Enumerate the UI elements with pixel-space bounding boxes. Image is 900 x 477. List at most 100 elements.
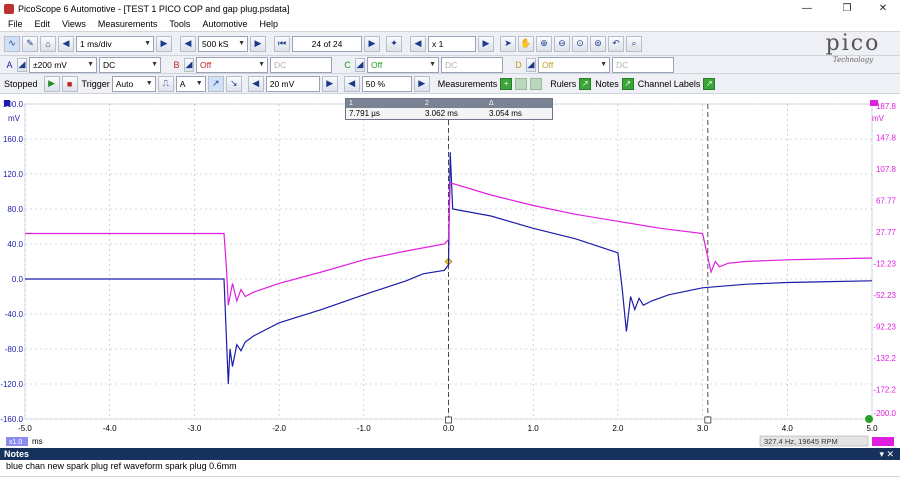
chevron-down-icon: ▼ <box>238 39 245 47</box>
trigger-source-select[interactable]: A ▼ <box>175 75 206 92</box>
right-arrow-icon[interactable]: ▶ <box>250 35 266 52</box>
channel-c-range-select[interactable]: Off ▼ <box>367 56 439 73</box>
zoom-left-icon[interactable]: ◀ <box>410 35 426 52</box>
scope-mode-icon[interactable]: ∿ <box>4 35 20 52</box>
close-button[interactable]: ✕ <box>866 0 900 17</box>
trigger-mode-select[interactable]: Auto ▼ <box>111 75 156 92</box>
ruler-table[interactable]: 1 2 Δ 7.791 µs 3.062 ms 3.054 ms <box>345 98 553 120</box>
right-axis-tick-label: -172.2 <box>873 386 896 395</box>
right-arrow-icon[interactable]: ▶ <box>156 35 172 52</box>
measurements-label: Measurements <box>437 78 498 89</box>
hand-icon[interactable]: ✋ <box>518 35 534 52</box>
channel-d-range-select[interactable]: Off ▼ <box>538 56 610 73</box>
main-toolbar: ∿ ✎ ⌂ ◀ 1 ms/div ▼ ▶ ◀ 500 kS ▼ ▶ ⏮ 24 of … <box>0 31 900 55</box>
undo-zoom-icon[interactable]: ↶ <box>608 35 624 52</box>
scope-view[interactable]: 200.0 160.0 120.0 80.0 40.0 0.0 -40.0 -80.0 -120… <box>0 93 900 447</box>
channel-b-coupling-select[interactable]: DC <box>270 56 332 73</box>
first-buffer-icon[interactable]: ⏮ <box>274 35 290 52</box>
right-axis-tick-label: 187.8 <box>876 102 897 111</box>
advanced-trigger-icon[interactable]: ⎍ <box>157 75 174 92</box>
left-arrow-icon[interactable]: ◀ <box>58 35 74 52</box>
left-axis-tick-label: 80.0 <box>7 205 23 214</box>
channel-a-marker[interactable] <box>4 100 10 106</box>
rulers-icon[interactable]: ↗ <box>579 77 592 90</box>
edit-measurement-icon[interactable] <box>530 77 543 90</box>
left-axis-tick-label: 0.0 <box>12 275 24 284</box>
channel-a-range-select[interactable]: ±200 mV ▼ <box>29 56 97 73</box>
menu-measurements[interactable]: Measurements <box>98 19 158 29</box>
zoom-out-icon[interactable]: ⊖ <box>554 35 570 52</box>
home-icon[interactable]: ⌂ <box>40 35 56 52</box>
channel-c-options-icon[interactable]: ◢ <box>355 57 365 72</box>
falling-edge-icon[interactable]: ↘ <box>225 75 242 92</box>
maximize-button[interactable]: ❐ <box>830 0 864 17</box>
x-axis-tick-label: -1.0 <box>357 424 371 433</box>
scope-plot[interactable]: 200.0160.0120.080.040.00.0-40.0-80.0-120… <box>0 94 900 448</box>
channel-c-coupling-select[interactable]: DC <box>441 56 503 73</box>
zoom-right-icon[interactable]: ▶ <box>478 35 494 52</box>
rising-edge-icon[interactable]: ↗ <box>207 75 224 92</box>
minimize-button[interactable]: — <box>790 0 824 17</box>
buffer-navigator[interactable]: 24 of 24 <box>292 35 362 52</box>
rulers-label: Rulers <box>550 78 577 89</box>
left-arrow-icon[interactable]: ◀ <box>180 35 196 52</box>
title-bar: PicoScope 6 Automotive - [TEST 1 PICO CO… <box>0 0 900 17</box>
left-arrow-icon[interactable]: ◀ <box>247 75 264 92</box>
channel-c-label[interactable]: C <box>342 57 353 73</box>
right-axis-tick-label: -92.23 <box>873 323 896 332</box>
channel-labels-icon[interactable]: ↗ <box>703 77 716 90</box>
next-buffer-icon[interactable]: ▶ <box>364 35 380 52</box>
zoom-overview-icon[interactable]: ⌕ <box>626 35 642 52</box>
menu-automotive[interactable]: Automotive <box>202 19 247 29</box>
pointer-icon[interactable]: ➤ <box>500 35 516 52</box>
trigger-level-input[interactable]: 20 mV <box>265 75 320 92</box>
ruler-1-value: 7.791 µs <box>349 109 380 118</box>
samples-select[interactable]: 500 kS ▼ <box>198 35 248 52</box>
right-arrow-icon[interactable]: ▶ <box>321 75 338 92</box>
channel-a-label[interactable]: A <box>4 57 15 73</box>
notes-panel-header: Notes ▾ ✕ <box>0 448 900 460</box>
right-axis-tick-label: 67.77 <box>876 197 897 206</box>
zoom-fit-icon[interactable]: ⊙ <box>572 35 588 52</box>
left-arrow-icon[interactable]: ◀ <box>343 75 360 92</box>
zoom-reset-icon[interactable]: ⊚ <box>590 35 606 52</box>
menu-help[interactable]: Help <box>259 19 278 29</box>
notes-panel-controls[interactable]: ▾ ✕ <box>879 448 894 460</box>
menu-file[interactable]: File <box>8 19 23 29</box>
stop-capture-icon[interactable]: ■ <box>61 75 78 92</box>
channel-a-options-icon[interactable]: ◢ <box>17 57 27 72</box>
menu-edit[interactable]: Edit <box>35 19 51 29</box>
chevron-down-icon: ▼ <box>429 60 436 68</box>
notes-panel-body[interactable]: blue chan new spark plug ref waveform sp… <box>0 460 900 477</box>
channel-b-badge <box>872 437 894 446</box>
x-axis-tick-label: 1.0 <box>528 424 540 433</box>
menu-tools[interactable]: Tools <box>169 19 190 29</box>
zoom-in-icon[interactable]: ⊕ <box>536 35 552 52</box>
notes-icon[interactable]: ↗ <box>621 77 634 90</box>
right-axis-tick-label: 27.77 <box>876 228 897 237</box>
channel-b-range-select[interactable]: Off ▼ <box>196 56 268 73</box>
compass-icon[interactable]: ✦ <box>386 35 402 52</box>
right-arrow-icon[interactable]: ▶ <box>413 75 430 92</box>
x-axis-tick-label: 4.0 <box>782 424 794 433</box>
delete-measurement-icon[interactable] <box>515 77 528 90</box>
channel-b-label[interactable]: B <box>171 57 182 73</box>
left-axis-tick-label: 160.0 <box>3 135 24 144</box>
channel-d-options-icon[interactable]: ◢ <box>526 57 536 72</box>
probe-icon[interactable]: ✎ <box>22 35 38 52</box>
app-icon <box>4 3 14 14</box>
channel-a-coupling-select[interactable]: DC ▼ <box>99 56 161 73</box>
pretrigger-input[interactable]: 50 % <box>361 75 412 92</box>
channel-d-coupling-select[interactable]: DC <box>612 56 674 73</box>
channel-d-label[interactable]: D <box>513 57 524 73</box>
add-measurement-icon[interactable]: + <box>500 77 513 90</box>
zoom-select[interactable]: x 1 <box>428 35 476 52</box>
start-capture-icon[interactable]: ▶ <box>43 75 60 92</box>
channel-b-options-icon[interactable]: ◢ <box>184 57 194 72</box>
right-axis-tick-label: 107.8 <box>876 165 897 174</box>
time-ruler-handle <box>445 416 452 424</box>
timebase-select[interactable]: 1 ms/div ▼ <box>76 35 154 52</box>
time-ruler-handle <box>704 416 712 424</box>
menu-views[interactable]: Views <box>62 19 86 29</box>
channel-b-marker[interactable] <box>870 100 878 106</box>
